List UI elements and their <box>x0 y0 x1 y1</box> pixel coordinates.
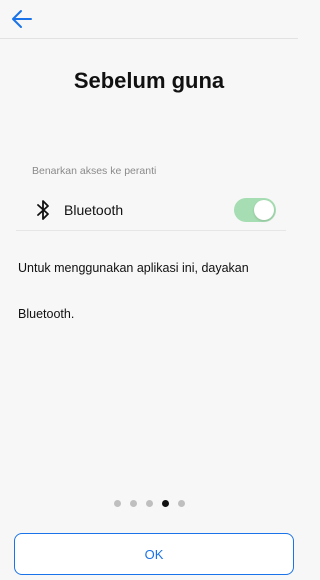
page-title: Sebelum guna <box>73 68 225 93</box>
permission-label: Bluetooth <box>64 202 124 218</box>
ok-button[interactable]: OK <box>14 533 294 575</box>
page-dot <box>177 500 185 507</box>
bluetooth-icon <box>37 200 49 220</box>
permission-row-bluetooth: Bluetooth <box>16 192 286 231</box>
toggle-knob <box>254 200 274 220</box>
page-dot <box>129 500 137 507</box>
bluetooth-toggle[interactable] <box>234 198 276 222</box>
page-dot <box>113 500 121 507</box>
back-button[interactable] <box>6 4 38 34</box>
arrow-left-icon <box>12 10 32 28</box>
description-text: Untuk menggunakan aplikasi ini, dayakan … <box>18 261 249 321</box>
page-indicator <box>0 500 298 507</box>
page-dot <box>145 500 153 507</box>
page-dot-active <box>161 500 169 507</box>
top-bar <box>0 0 298 39</box>
section-label: Benarkan akses ke peranti <box>32 165 157 177</box>
